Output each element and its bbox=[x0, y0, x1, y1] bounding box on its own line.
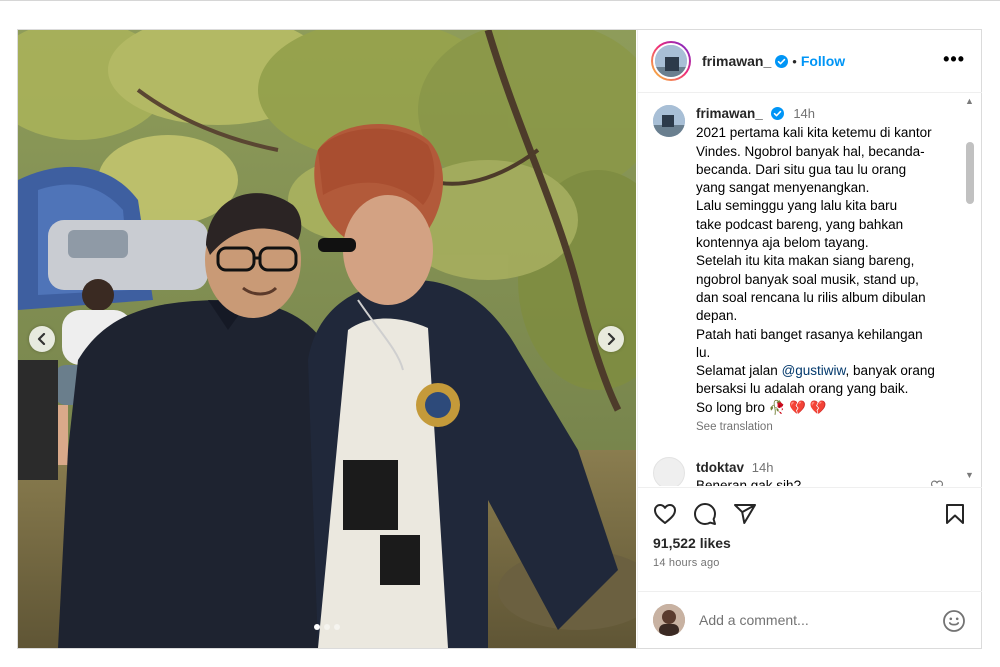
avatar-image bbox=[655, 45, 687, 77]
scroll-up-arrow-icon[interactable]: ▲ bbox=[965, 96, 974, 106]
photo-illustration bbox=[18, 30, 636, 648]
caption-line: Patah hati banget rasanya kehilangan bbox=[696, 326, 923, 342]
comment-time[interactable]: 14h bbox=[752, 460, 774, 475]
carousel-dot-1[interactable] bbox=[314, 624, 320, 630]
caption-mention-prefix: Selamat jalan bbox=[696, 363, 782, 379]
caption-line: ngobrol banyak soal musik, stand up, bbox=[696, 271, 919, 287]
like-count[interactable]: 91,522 likes bbox=[653, 535, 731, 551]
caption-line: lu. bbox=[696, 344, 711, 360]
caption-time[interactable]: 14h bbox=[793, 106, 815, 121]
post-timestamp[interactable]: 14 hours ago bbox=[653, 557, 720, 569]
chevron-left-icon bbox=[37, 333, 46, 345]
comment-icon[interactable] bbox=[693, 502, 717, 526]
author-username[interactable]: frimawan_ bbox=[702, 53, 771, 69]
emoji-icon[interactable] bbox=[942, 609, 966, 633]
bookmark-icon[interactable] bbox=[943, 502, 967, 526]
carousel-indicator bbox=[18, 624, 636, 630]
carousel-dot-3[interactable] bbox=[334, 624, 340, 630]
comments-section[interactable]: frimawan_ 14h 2021 pertama kali kita ket… bbox=[638, 94, 982, 486]
caption-line: depan. bbox=[696, 308, 738, 324]
add-comment-input[interactable] bbox=[699, 612, 919, 628]
carousel-dot-2[interactable] bbox=[324, 624, 330, 630]
top-divider bbox=[0, 0, 1000, 1]
add-comment-bar bbox=[638, 591, 982, 648]
heart-icon[interactable] bbox=[653, 502, 677, 526]
caption-author-username[interactable]: frimawan_ bbox=[696, 106, 763, 121]
mention-link[interactable]: @gustiwiw bbox=[782, 363, 846, 378]
caption-line: kontennya aja belom tayang. bbox=[696, 235, 869, 251]
caption-body: frimawan_ 14h 2021 pertama kali kita ket… bbox=[696, 105, 956, 436]
post-photo[interactable] bbox=[18, 30, 636, 648]
caption-line: Vindes. Ngobrol banyak hal, becanda- bbox=[696, 143, 925, 159]
follow-button[interactable]: Follow bbox=[801, 53, 845, 69]
avatar-image bbox=[653, 604, 685, 636]
comments-scrollbar[interactable]: ▲ ▼ bbox=[962, 94, 978, 486]
caption-line: So long bro 🥀 💔 💔 bbox=[696, 399, 827, 415]
post-header: frimawan_ • Follow ••• bbox=[638, 30, 982, 93]
author-avatar[interactable] bbox=[651, 41, 691, 81]
chevron-right-icon bbox=[607, 333, 616, 345]
comment-body: tdoktav 14h Beneran gak sih? bbox=[696, 459, 801, 486]
share-icon[interactable] bbox=[733, 502, 757, 526]
more-options-button[interactable]: ••• bbox=[943, 49, 965, 70]
carousel-next-button[interactable] bbox=[598, 326, 624, 352]
caption-author-avatar[interactable] bbox=[653, 105, 685, 137]
scrollbar-thumb[interactable] bbox=[966, 142, 974, 204]
caption-line: Setelah itu kita makan siang bareng, bbox=[696, 253, 915, 269]
carousel-prev-button[interactable] bbox=[29, 326, 55, 352]
verified-icon bbox=[770, 107, 784, 120]
see-translation-link[interactable]: See translation bbox=[696, 418, 956, 436]
post-dialog: frimawan_ • Follow ••• frimawan_ 14h 202… bbox=[17, 29, 982, 649]
current-user-avatar bbox=[653, 604, 685, 636]
commenter-username[interactable]: tdoktav bbox=[696, 460, 744, 475]
comment-item: tdoktav 14h Beneran gak sih? bbox=[653, 457, 953, 486]
caption-mention-suffix: , banyak orang bbox=[845, 363, 935, 379]
caption-line: Lalu seminggu yang lalu kita baru bbox=[696, 198, 898, 214]
caption-line: yang sangat menyenangkan. bbox=[696, 180, 870, 196]
caption-line: dan soal rencana lu rilis album dibulan bbox=[696, 289, 926, 305]
caption-line: becanda. Dari situ gua tau lu orang bbox=[696, 161, 907, 177]
comment-like-icon[interactable] bbox=[930, 480, 944, 486]
caption-line: take podcast bareng, yang bahkan bbox=[696, 216, 904, 232]
caption-line-mention: Selamat jalan @gustiwiw, banyak orang bbox=[696, 362, 956, 380]
action-bar bbox=[638, 487, 982, 535]
header-separator: • bbox=[792, 53, 797, 69]
comment-text: Beneran gak sih? bbox=[696, 478, 802, 486]
commenter-avatar[interactable] bbox=[653, 457, 685, 486]
caption-line: 2021 pertama kali kita ketemu di kantor bbox=[696, 125, 932, 141]
scroll-down-arrow-icon[interactable]: ▼ bbox=[965, 470, 974, 480]
avatar-image bbox=[653, 105, 685, 137]
post-sidebar: frimawan_ • Follow ••• frimawan_ 14h 202… bbox=[637, 30, 982, 648]
caption-line: bersaksi lu adalah orang yang baik. bbox=[696, 381, 909, 397]
verified-icon bbox=[775, 54, 789, 68]
